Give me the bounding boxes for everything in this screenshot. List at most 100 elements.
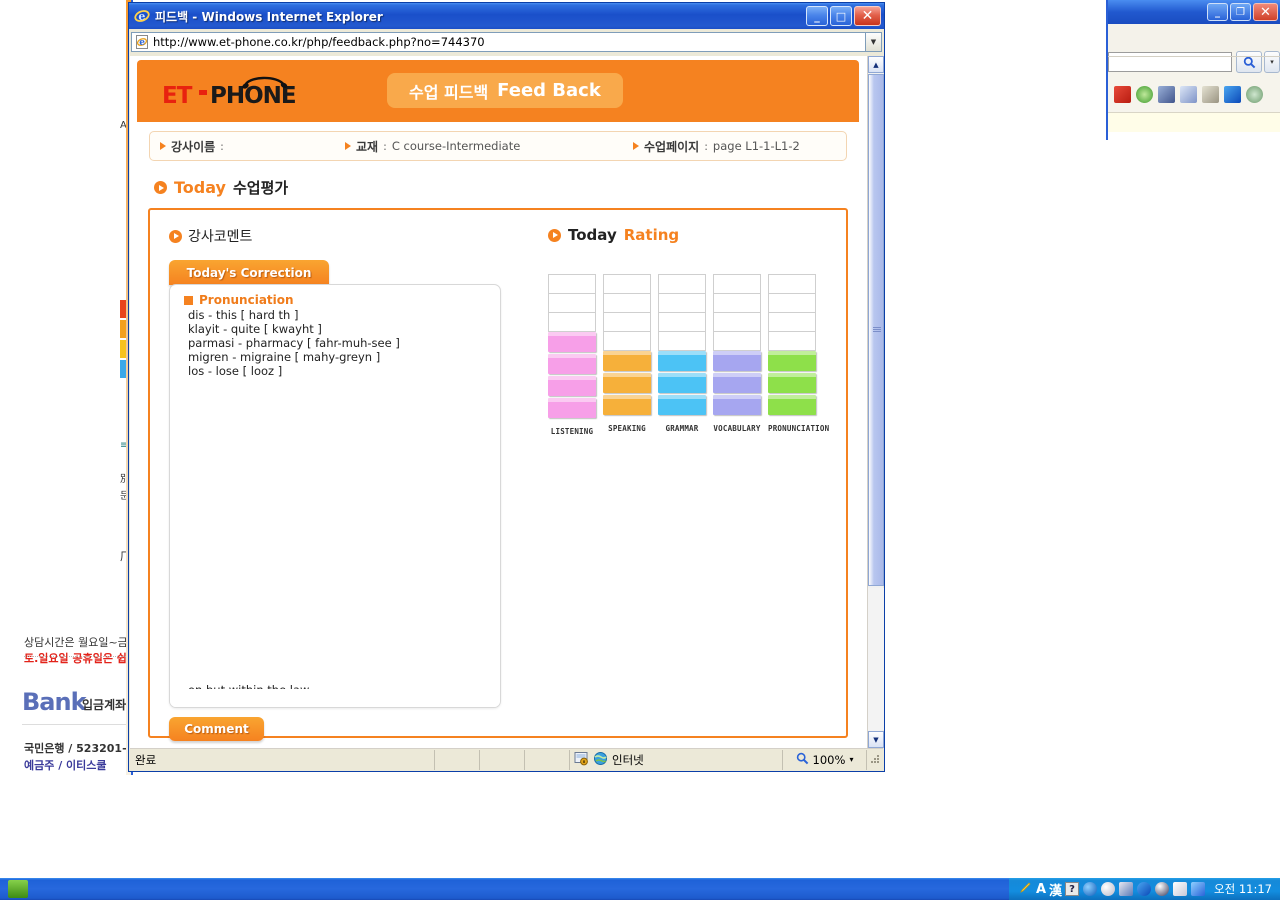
page-viewport: ET PHONE 수업 피드백 Feed Back 강사이름: 교재: C …	[130, 56, 883, 748]
antivirus-icon[interactable]	[1119, 882, 1134, 896]
note-line: parmasi - pharmacy [ fahr-muh-see ]	[188, 336, 400, 350]
resize-grip-icon[interactable]	[867, 752, 883, 768]
system-tray: A 漢 ? 오전 11:17	[1008, 878, 1280, 900]
address-dropdown-caret-icon[interactable]: ▼	[866, 32, 882, 52]
rating-cell-filled	[713, 373, 761, 393]
rating-cell-filled	[658, 351, 706, 371]
bg-right-info-bar: ✕	[1108, 112, 1280, 132]
logo-text-et: ET	[162, 83, 192, 109]
rating-column: GRAMMAR	[658, 274, 706, 436]
bg-right-restore-button[interactable]: ❐	[1230, 3, 1251, 21]
minimize-button[interactable]: _	[806, 6, 828, 26]
bg-right-close-button[interactable]: ✕	[1253, 3, 1278, 21]
breadcrumb-label-book: 교재	[356, 139, 379, 154]
page-title-today: Today	[174, 178, 226, 197]
rating-column: VOCABULARY	[713, 274, 761, 436]
magnifier-icon[interactable]	[1236, 51, 1262, 73]
zoom-control[interactable]: 100% ▾	[783, 749, 867, 770]
teacher-comment-heading: 강사코멘트	[169, 226, 514, 246]
rating-cell-empty	[658, 312, 706, 332]
bg-right-page-top	[1108, 132, 1280, 140]
scroll-up-arrow-icon[interactable]: ▲	[868, 56, 884, 73]
bg-right-search-caret-icon[interactable]: ▾	[1264, 51, 1280, 73]
internet-explorer-window[interactable]: e 피드백 - Windows Internet Explorer _ □ ✕ …	[128, 2, 885, 772]
scrollbar-track[interactable]	[868, 588, 884, 730]
notes-icon[interactable]	[1180, 86, 1197, 103]
address-input[interactable]: e http://www.et-phone.co.kr/php/feedback…	[131, 32, 866, 52]
contacts-icon[interactable]	[1158, 86, 1175, 103]
background-window-right[interactable]: _ ❐ ✕ ▾ ✕	[1106, 0, 1280, 140]
rating-cells	[658, 274, 706, 417]
rating-cell-empty	[658, 293, 706, 313]
ie-titlebar[interactable]: e 피드백 - Windows Internet Explorer _ □ ✕	[129, 3, 884, 29]
bluetooth-icon[interactable]	[1224, 86, 1241, 103]
rating-cell-filled	[603, 373, 651, 393]
ime-indicator[interactable]: A 漢 ?	[1036, 880, 1080, 899]
rating-cells	[548, 274, 596, 420]
network-tray-icon[interactable]	[1191, 882, 1206, 896]
vertical-scrollbar[interactable]: ▲ ▼	[867, 56, 884, 748]
internet-zone-icon	[593, 751, 608, 769]
rating-cell-empty	[548, 293, 596, 313]
scroll-down-arrow-icon[interactable]: ▼	[868, 731, 884, 748]
back-arrow-icon[interactable]	[1083, 882, 1098, 896]
note-heading-label: Pronunciation	[199, 293, 294, 307]
taskbar-clock[interactable]: 오전 11:17	[1214, 881, 1272, 897]
rating-column: LISTENING	[548, 274, 596, 436]
triangle-right-icon	[345, 142, 351, 150]
bg-left-account: 국민은행 / 523201-0	[24, 742, 133, 755]
security-zone[interactable]: 인터넷	[570, 749, 783, 770]
bg-right-minimize-button[interactable]: _	[1207, 3, 1228, 21]
breadcrumb-item-teacher: 강사이름 :	[160, 138, 229, 155]
taskbar[interactable]: A 漢 ? 오전 11:17	[0, 878, 1280, 900]
address-url-text: http://www.et-phone.co.kr/php/feedback.p…	[153, 35, 485, 49]
breadcrumb-label-page: 수업페이지	[644, 139, 700, 154]
rating-cell-filled	[658, 395, 706, 415]
bluetooth-tray-icon[interactable]	[1137, 882, 1152, 896]
et-phone-logo[interactable]: ET PHONE	[162, 73, 312, 109]
desktop: 상담시간은 월요일~금요 토.일요일 공휴일은 쉽니 Bank 입금계좌안 국민…	[0, 0, 1280, 900]
rating-cell-empty	[768, 331, 816, 351]
comment-button[interactable]: Comment	[169, 717, 264, 741]
close-button[interactable]: ✕	[854, 6, 881, 26]
status-spacer-1	[435, 749, 480, 770]
maximize-button[interactable]: □	[830, 6, 852, 26]
scrollbar-thumb[interactable]	[868, 74, 884, 586]
network-icon[interactable]	[1246, 86, 1263, 103]
rating-cells	[713, 274, 761, 417]
triangle-right-icon	[160, 142, 166, 150]
page-title-korean: 수업평가	[232, 179, 289, 197]
square-bullet-icon	[184, 295, 193, 305]
rating-column: SPEAKING	[603, 274, 651, 436]
pill-english-label: Feed Back	[497, 80, 601, 101]
correction-note-box[interactable]: Pronunciation dis - this [ hard th ] kla…	[169, 284, 501, 708]
bg-right-titlebar[interactable]: _ ❐ ✕	[1108, 0, 1280, 24]
breadcrumb-colon-book: :	[383, 139, 387, 153]
zoom-caret-icon[interactable]: ▾	[849, 755, 853, 764]
rating-column: PRONUNCIATION	[768, 274, 829, 436]
teacher-comment-heading-label: 강사코멘트	[188, 229, 253, 245]
note-line-list: dis - this [ hard th ] klayit - quite [ …	[188, 308, 500, 378]
bg-right-search-input[interactable]	[1108, 52, 1232, 72]
background-window-left[interactable]: 상담시간은 월요일~금요 토.일요일 공휴일은 쉽니 Bank 입금계좌안 국민…	[0, 0, 133, 775]
zoom-level-label: 100%	[812, 752, 846, 767]
bg-right-separator	[1108, 56, 1280, 57]
ime-help-icon[interactable]: ?	[1065, 882, 1080, 896]
penguin-icon[interactable]	[1155, 882, 1170, 896]
ime-pencil-icon[interactable]	[1019, 881, 1032, 897]
green-globe-icon[interactable]	[1136, 86, 1153, 103]
note-clip-mask	[170, 689, 500, 707]
rating-heading-rating: Rating	[623, 226, 680, 244]
note-line: migren - migraine [ mahy-greyn ]	[188, 350, 381, 364]
todays-correction-tab[interactable]: Today's Correction	[169, 260, 329, 285]
note-heading: Pronunciation	[184, 293, 500, 307]
dictionary-icon[interactable]	[1202, 86, 1219, 103]
calendar-icon[interactable]	[1114, 86, 1131, 103]
ime-hanja-label: 漢	[1049, 883, 1063, 899]
taskbar-item-icon[interactable]	[8, 880, 28, 898]
page-body-panel: 강사이름 : 교재 : C course-Intermediate 수업페이지 …	[137, 131, 859, 741]
messenger-icon[interactable]	[1101, 882, 1116, 896]
fraction-icon[interactable]	[1173, 882, 1188, 896]
bg-left-rule	[22, 724, 131, 725]
breadcrumb-item-book: 교재 : C course-Intermediate	[345, 138, 520, 155]
